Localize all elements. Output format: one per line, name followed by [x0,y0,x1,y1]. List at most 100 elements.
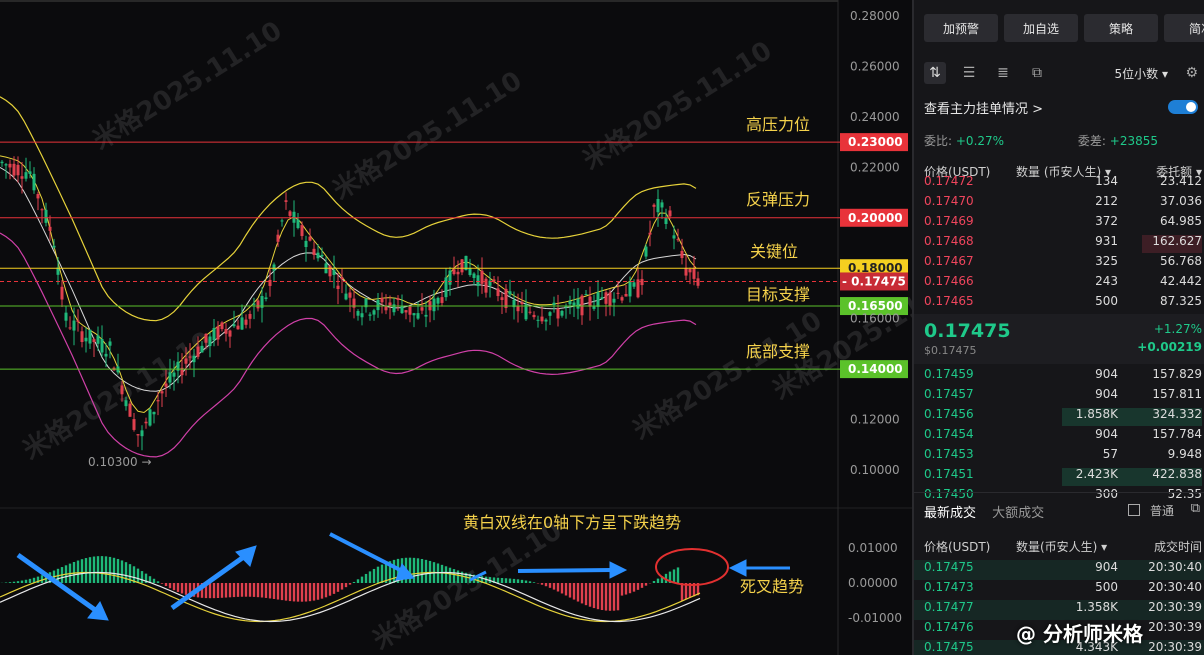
macd-bar [76,560,80,583]
candle-body [536,319,540,321]
decimals-select[interactable]: 5位小数 ▾ [1115,65,1168,82]
macd-bar [16,581,20,583]
candle-body [696,278,700,286]
candle-body [268,279,272,286]
bid-row[interactable]: 0.17456 1.858K 324.332 [924,407,1202,427]
bid-row[interactable]: 0.17451 2.423K 422.838 [924,467,1202,487]
candle-body [284,200,288,202]
candle-body [64,312,68,321]
mid-price-block: 0.17475 $0.17475 +1.27% +0.00219 [914,314,1204,364]
tab-latest-trades[interactable]: 最新成交 [924,506,976,521]
candle-body [248,313,252,319]
order-amount: 87.325 [1160,294,1202,308]
macd-bar [100,556,104,583]
macd-bar [40,575,44,583]
candle-body [96,335,100,344]
tab-large-trades[interactable]: 大额成交 [992,506,1044,521]
overview-button[interactable]: 简况 [1164,14,1204,42]
order-amount: 64.985 [1160,214,1202,228]
macd-bar [28,578,32,583]
candle-body [144,421,148,424]
candle-body [516,305,520,312]
candle-body [484,278,488,293]
death-cross-circle [655,548,729,586]
candle-body [692,268,696,279]
trade-row[interactable]: 0.17473 500 20:30:40 [914,580,1204,600]
candle-body [348,292,352,298]
macd-bar [372,568,376,583]
trade-qty-header[interactable]: 数量(币安人生) ▾ [1016,538,1107,555]
candle-body [72,320,76,331]
level-label: 高压力位 [746,115,810,134]
popout-icon[interactable]: ⧉ [1026,62,1048,84]
candle-body [384,306,388,311]
macd-bar [516,579,520,583]
ask-row[interactable]: 0.17472 134 23.412 [924,174,1202,194]
order-amount: 37.036 [1160,194,1202,208]
ask-row[interactable]: 0.17469 372 64.985 [924,214,1202,234]
strategy-button[interactable]: 策略 [1084,14,1158,42]
ask-row[interactable]: 0.17466 243 42.442 [924,274,1202,294]
add-alert-button[interactable]: 加预警 [924,14,998,42]
candle-body [664,217,668,225]
macd-bar [672,569,676,583]
chart-canvas[interactable]: 米格2025.11.10 米格2025.11.10 米格2025.11.10 米格20… [0,0,912,655]
candle-body [644,246,648,257]
macd-bar [284,583,288,601]
macd-bar [524,580,528,583]
order-amount: 162.627 [1152,234,1202,248]
ask-row[interactable]: 0.17468 931 162.627 [924,234,1202,254]
kline-chart[interactable]: 米格2025.11.10 米格2025.11.10 米格2025.11.10 米格20… [0,0,912,655]
ask-row[interactable]: 0.17470 212 37.036 [924,194,1202,214]
macd-bar [220,583,224,598]
macd-bar [508,578,512,583]
main-orders-row[interactable]: 查看主力挂单情况 > [924,98,1198,117]
trade-qty: 904 [1095,560,1118,574]
candle-body [108,341,112,346]
candle-body [172,372,176,377]
macd-bar [160,583,164,584]
filter-icon[interactable]: ⧉ [1191,501,1200,516]
macd-bar [356,579,360,583]
normal-checkbox[interactable] [1128,504,1140,516]
order-price: 0.17466 [924,274,974,288]
macd-bar [120,560,124,583]
main-orders-toggle[interactable] [1168,100,1198,114]
trade-row[interactable]: 0.17475 904 20:30:40 [914,560,1204,580]
add-favorite-button[interactable]: 加自选 [1004,14,1078,42]
bid-row[interactable]: 0.17459 904 157.829 [924,367,1202,387]
macd-bar [544,583,548,587]
macd-bar [216,583,220,599]
ask-row[interactable]: 0.17467 325 56.768 [924,254,1202,274]
candle-body [444,277,448,298]
mid-price-usd: $0.17475 [924,344,977,357]
macd-bar [20,580,24,583]
macd-bar [504,578,508,583]
candle-body [496,288,500,297]
candle-body [168,372,172,383]
bids-view-icon[interactable]: ☰ [958,62,980,84]
mid-change: +0.00219 [1137,340,1202,354]
macd-bar [448,567,452,583]
macd-bar [560,583,564,594]
bid-row[interactable]: 0.17453 57 9.948 [924,447,1202,467]
candle-body [100,338,104,353]
candle-body [568,301,572,305]
candle-body [372,310,376,315]
trade-row[interactable]: 0.17477 1.358K 20:30:39 [914,600,1204,620]
bid-row[interactable]: 0.17454 904 157.784 [924,427,1202,447]
asks-view-icon[interactable]: ≣ [992,62,1014,84]
candle-body [688,268,692,273]
gear-icon[interactable]: ⚙ [1185,65,1198,81]
watermark-text: 米格2025.11.10 [327,65,527,206]
bid-row[interactable]: 0.17457 904 157.811 [924,387,1202,407]
ask-row[interactable]: 0.17465 500 87.325 [924,294,1202,314]
order-qty: 325 [1095,254,1118,268]
macd-bar [652,581,656,583]
both-sides-view-icon[interactable]: ⇅ [924,62,946,84]
candle-body [592,306,596,309]
normal-label: 普通 [1149,504,1174,518]
order-price: 0.17467 [924,254,974,268]
trade-price-header: 价格(USDT) [924,540,991,554]
candle-body [4,164,8,166]
